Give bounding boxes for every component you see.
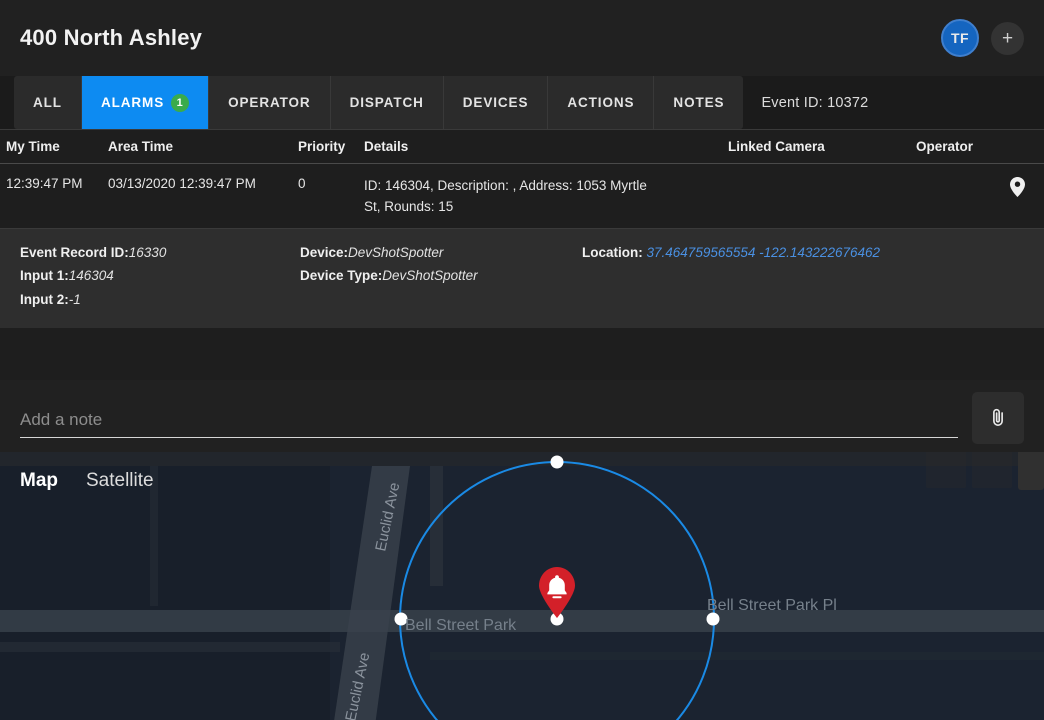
tab-all[interactable]: ALL (14, 76, 82, 129)
panel-spacer (0, 327, 1044, 380)
map-view[interactable]: Euclid Ave Euclid Ave Bell Street Park B… (0, 451, 1044, 720)
tab-dispatch-label: DISPATCH (349, 95, 424, 110)
table-header-row: My Time Area Time Priority Details Linke… (0, 130, 1044, 164)
detail-input-2-value: -1 (68, 292, 81, 308)
tab-notes[interactable]: NOTES (654, 76, 743, 129)
map-control-corner[interactable] (1018, 451, 1044, 490)
column-header-area-time[interactable]: Area Time (108, 139, 298, 154)
paperclip-icon (993, 408, 1003, 426)
map-controls (926, 451, 1012, 488)
tab-all-label: ALL (33, 95, 62, 110)
event-id: Event ID: 10372 (761, 94, 869, 111)
detail-location-value[interactable]: 37.464759565554 -122.143222676462 (647, 245, 880, 260)
column-header-my-time[interactable]: My Time (0, 139, 108, 154)
map-type-map[interactable]: Map (20, 470, 58, 492)
detail-device-value: DevShotSpotter (348, 244, 444, 260)
map-control-fullscreen-icon[interactable] (926, 451, 966, 488)
detail-column-location: Location: 37.464759565554 -122.143222676… (582, 241, 1024, 312)
table-row[interactable]: 12:39:47 PM 03/13/2020 12:39:47 PM 0 ID:… (0, 164, 1044, 228)
add-button[interactable]: + (991, 21, 1024, 55)
detail-device: Device:DevShotSpotter (300, 241, 582, 265)
detail-device-label: Device: (300, 244, 349, 260)
tab-notes-label: NOTES (673, 95, 725, 110)
detail-location: Location: 37.464759565554 -122.143222676… (582, 241, 1024, 265)
detail-input-2-label: Input 2: (20, 292, 69, 308)
detail-input-1-value: 146304 (68, 268, 114, 284)
detail-event-record-id-value: 16330 (128, 244, 167, 260)
alarms-badge: 1 (171, 93, 190, 112)
detail-device-type: Device Type:DevShotSpotter (300, 264, 582, 288)
detail-event-record-id: Event Record ID:16330 (20, 241, 300, 265)
tab-operator[interactable]: OPERATOR (209, 76, 331, 129)
event-detail-page: 400 North Ashley TF + ALL ALARMS 1 OPERA… (0, 0, 1044, 720)
map-type-satellite[interactable]: Satellite (86, 470, 154, 492)
tab-alarms-label: ALARMS (100, 95, 165, 110)
tab-actions-label: ACTIONS (567, 95, 635, 110)
app-header: 400 North Ashley TF + (0, 0, 1044, 76)
tab-operator-label: OPERATOR (228, 95, 311, 110)
cell-details: ID: 146304, Description: , Address: 1053… (364, 178, 647, 214)
avatar-initials: TF (950, 30, 970, 46)
tab-alarms[interactable]: ALARMS 1 (81, 76, 210, 129)
map-type-switcher: Map Satellite (20, 470, 154, 492)
detail-column-ids: Event Record ID:16330 Input 1:146304 Inp… (20, 241, 300, 312)
tab-actions[interactable]: ACTIONS (548, 76, 655, 129)
avatar[interactable]: TF (941, 19, 979, 57)
cell-priority: 0 (298, 176, 306, 191)
alarm-map-marker[interactable] (536, 565, 578, 619)
tab-devices[interactable]: DEVICES (444, 76, 549, 129)
column-header-details[interactable]: Details (364, 139, 728, 154)
note-input-wrapper (20, 409, 958, 438)
note-input[interactable] (20, 409, 958, 430)
detail-input-1: Input 1:146304 (20, 264, 300, 288)
detail-location-label: Location: (582, 244, 643, 260)
column-header-operator[interactable]: Operator (916, 139, 1044, 154)
row-location-action[interactable] (990, 176, 1044, 197)
tab-bar: ALL ALARMS 1 OPERATOR DISPATCH DEVICES A… (0, 76, 1044, 130)
detail-device-type-value: DevShotSpotter (382, 268, 478, 284)
tab-dispatch[interactable]: DISPATCH (331, 76, 444, 129)
note-composer (0, 379, 1044, 452)
column-header-linked-camera[interactable]: Linked Camera (728, 139, 916, 154)
map-control-streetview-icon[interactable] (972, 451, 1012, 488)
cell-area-time: 03/13/2020 12:39:47 PM (108, 176, 256, 191)
detail-event-record-id-label: Event Record ID: (20, 244, 129, 260)
column-header-priority[interactable]: Priority (298, 139, 364, 154)
detail-input-2: Input 2:-1 (20, 288, 300, 312)
alarm-bell-pin-icon (539, 566, 575, 618)
detail-column-device: Device:DevShotSpotter Device Type:DevSho… (300, 241, 582, 312)
tabs-group: ALL ALARMS 1 OPERATOR DISPATCH DEVICES A… (14, 76, 744, 129)
cell-my-time: 12:39:47 PM (6, 176, 83, 191)
detail-input-1-label: Input 1: (20, 268, 69, 284)
event-detail-panel: Event Record ID:16330 Input 1:146304 Inp… (0, 227, 1044, 328)
street-label-bell-street-park-pl: Bell Street Park Pl (707, 597, 837, 614)
add-button-label: + (1001, 27, 1014, 49)
map-pin-icon (1009, 177, 1025, 197)
street-label-bell-street-park: Bell Street Park (405, 617, 517, 634)
page-title: 400 North Ashley (20, 25, 203, 50)
header-actions: TF + (941, 19, 1024, 57)
attach-button[interactable] (972, 391, 1024, 444)
tab-devices-label: DEVICES (462, 95, 529, 110)
detail-device-type-label: Device Type: (300, 268, 383, 284)
map-canvas: Euclid Ave Euclid Ave Bell Street Park B… (0, 451, 1044, 720)
